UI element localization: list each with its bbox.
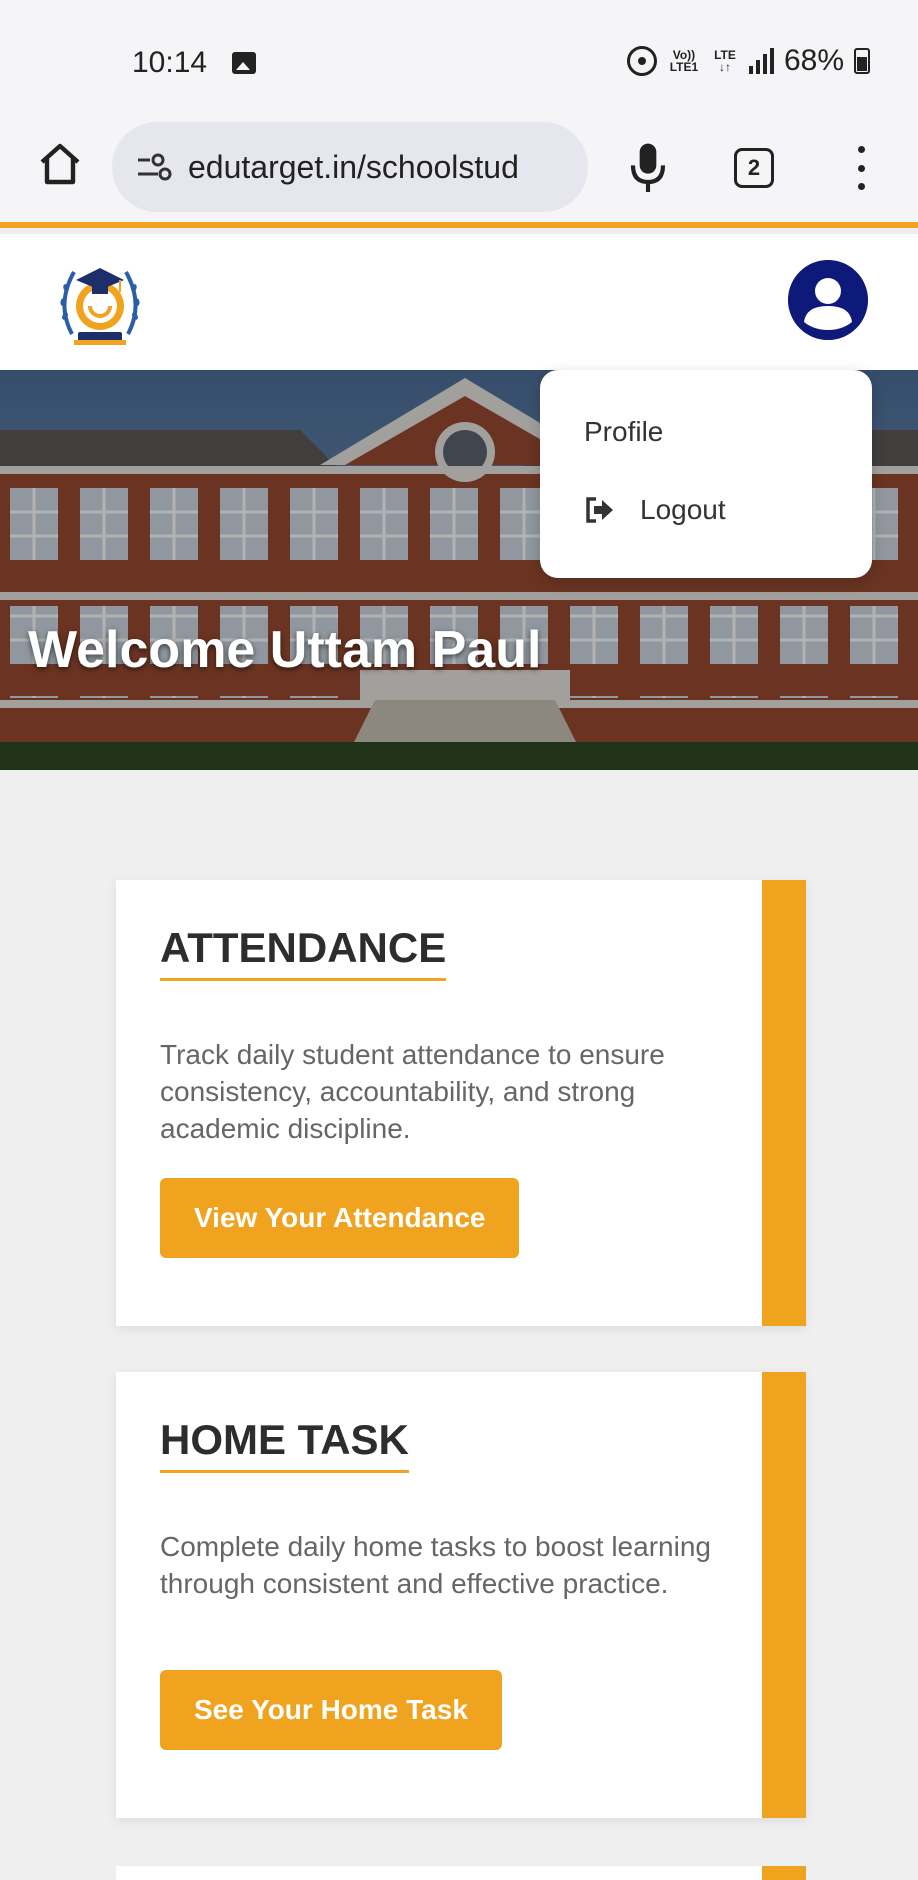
profile-dropdown: Profile Logout: [540, 370, 872, 578]
logout-menu-item[interactable]: Logout: [584, 494, 726, 526]
card-accent-bar: [762, 880, 806, 1326]
tab-count: 2: [747, 155, 761, 180]
view-attendance-button[interactable]: View Your Attendance: [160, 1178, 520, 1258]
gallery-notification-icon: [232, 52, 256, 74]
home-task-card: HOME TASK Complete daily home tasks to b…: [116, 1372, 806, 1818]
home-task-title: HOME TASK: [160, 1416, 409, 1473]
attendance-title: ATTENDANCE: [160, 924, 447, 981]
signal-icon: [748, 48, 774, 74]
status-time: 10:14: [132, 46, 208, 79]
logout-label: Logout: [640, 494, 726, 525]
home-icon[interactable]: [36, 140, 84, 188]
card-accent-bar: [762, 1372, 806, 1818]
user-avatar-icon[interactable]: [788, 260, 868, 340]
site-header: [0, 234, 918, 370]
browser-toolbar: edutarget.in/schoolstud 2: [0, 112, 918, 228]
url-bar[interactable]: edutarget.in/schoolstud: [112, 122, 588, 212]
overflow-menu-icon[interactable]: [856, 146, 866, 190]
home-task-description: Complete daily home tasks to boost learn…: [160, 1531, 711, 1599]
battery-percent: 68%: [783, 44, 844, 77]
profile-menu-item[interactable]: Profile: [584, 416, 663, 448]
microphone-icon[interactable]: [628, 140, 668, 194]
status-bar: 10:14 Vo)) LTE1 LTE ↓↑ 68%: [0, 0, 918, 112]
hotspot-icon: [626, 46, 657, 76]
attendance-description: Track daily student attendance to ensure…: [160, 1039, 665, 1144]
school-logo[interactable]: [52, 254, 148, 350]
battery-icon: [854, 48, 870, 74]
site-settings-icon[interactable]: [136, 152, 172, 182]
url-text: edutarget.in/schoolstud: [188, 148, 519, 185]
attendance-card: ATTENDANCE Track daily student attendanc…: [116, 880, 806, 1326]
lte-indicator: LTE ↓↑: [714, 48, 736, 74]
welcome-heading: Welcome Uttam Paul: [28, 621, 542, 679]
see-home-task-button[interactable]: See Your Home Task: [160, 1670, 502, 1750]
next-card-partial: [116, 1866, 806, 1880]
tab-switcher-button[interactable]: 2: [734, 148, 774, 188]
logout-icon: [586, 497, 613, 523]
volte-indicator: Vo)) LTE1: [669, 48, 699, 74]
status-icons: Vo)) LTE1 LTE ↓↑ 68%: [626, 44, 870, 78]
